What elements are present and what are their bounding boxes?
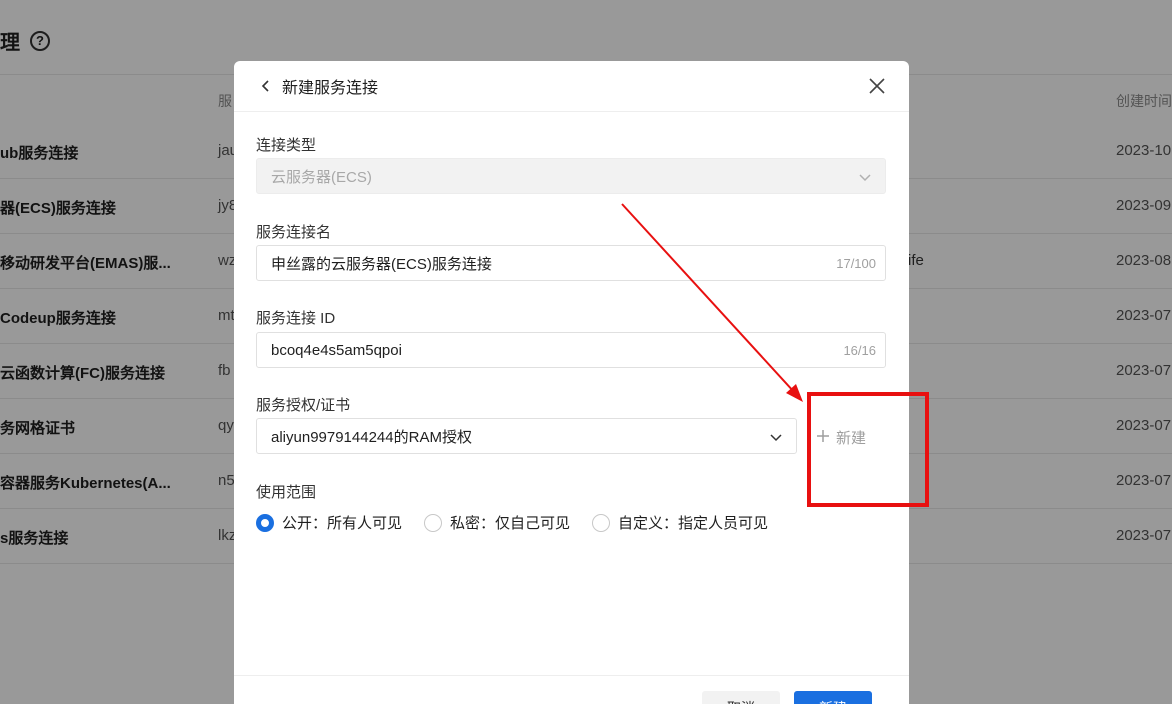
connection-type-select: 云服务器(ECS) (256, 158, 886, 194)
radio-unchecked-icon (592, 513, 611, 532)
close-icon[interactable] (865, 74, 889, 98)
authorization-select[interactable]: aliyun9979144244的RAM授权 (256, 418, 797, 454)
service-name-value: 申丝露的云服务器(ECS)服务连接 (271, 255, 492, 273)
service-id-value: bcoq4e4s5am5qpoi (271, 341, 402, 359)
new-authorization-label: 新建 (836, 430, 867, 447)
service-id-input[interactable]: bcoq4e4s5am5qpoi 16/16 (256, 332, 886, 368)
scope-option-custom[interactable]: 自定义：指定人员可见 (592, 512, 768, 533)
plus-icon (816, 429, 830, 447)
dialog-title: 新建服务连接 (282, 80, 379, 97)
back-arrow-icon[interactable] (256, 76, 276, 96)
dialog-header: 新建服务连接 (234, 61, 909, 112)
service-name-counter: 17/100 (836, 255, 876, 271)
scope-option-public[interactable]: 公开：所有人可见 (256, 512, 402, 533)
radio-checked-icon (256, 513, 274, 532)
radio-unchecked-icon (424, 513, 443, 532)
scope-label: 使用范围 (256, 484, 317, 501)
new-authorization-button[interactable]: 新建 (816, 427, 866, 448)
scope-option-label: 公开：所有人可见 (282, 515, 403, 532)
service-id-label: 服务连接 ID (256, 310, 336, 327)
cancel-button[interactable]: 取消 (702, 691, 780, 704)
chevron-down-icon (768, 429, 784, 445)
authorization-value: aliyun9979144244的RAM授权 (271, 428, 472, 446)
service-name-input[interactable]: 申丝露的云服务器(ECS)服务连接 17/100 (256, 245, 886, 281)
service-name-label: 服务连接名 (256, 224, 332, 241)
new-service-connection-dialog: 新建服务连接 连接类型 云服务器(ECS) 服务连接名 申丝露的云服务器(ECS… (234, 61, 909, 704)
scope-radio-group: 公开：所有人可见 私密：仅自己可见 自定义：指定人员可见 (256, 512, 790, 533)
dialog-footer: 取消 新建 (234, 675, 909, 704)
scope-option-label: 私密：仅自己可见 (450, 515, 571, 532)
service-id-counter: 16/16 (843, 342, 876, 358)
connection-type-label: 连接类型 (256, 137, 317, 154)
scope-option-label: 自定义：指定人员可见 (618, 515, 769, 532)
connection-type-value: 云服务器(ECS) (271, 168, 372, 186)
scope-option-private[interactable]: 私密：仅自己可见 (424, 512, 570, 533)
authorization-label: 服务授权/证书 (256, 397, 351, 414)
chevron-down-icon (857, 169, 873, 185)
create-button[interactable]: 新建 (794, 691, 872, 704)
